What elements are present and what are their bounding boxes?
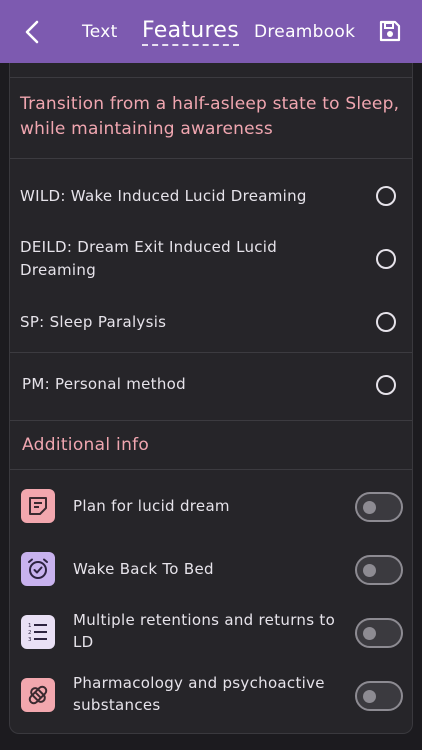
pharmacology-toggle[interactable] [355,681,403,711]
note-icon [21,489,55,523]
svg-text:1: 1 [28,623,32,629]
divider [10,352,412,353]
divider [10,77,412,78]
option-label: DEILD: Dream Exit Induced Lucid Dreaming [20,238,278,279]
chevron-left-icon [25,20,39,44]
option-deild[interactable]: DEILD: Dream Exit Induced Lucid Dreaming [10,232,412,286]
radio-button[interactable] [376,312,396,332]
option-pm[interactable]: PM: Personal method [10,365,412,405]
features-panel: Transition from a half-asleep state to S… [9,63,413,734]
feature-label: Pharmacology and psychoactive substances [73,674,325,714]
back-button[interactable] [18,18,46,46]
radio-button[interactable] [376,375,396,395]
pills-icon [21,678,55,712]
tab-text[interactable]: Text [82,0,118,63]
radio-button[interactable] [376,186,396,206]
option-label: PM: Personal method [22,375,186,393]
tab-text-label: Text [82,21,118,42]
feature-row-plan: Plan for lucid dream [10,477,412,537]
tab-features-label: Features [142,18,239,46]
save-button[interactable] [378,19,402,43]
section-heading: Transition from a half-asleep state to S… [20,94,400,139]
divider [10,420,412,421]
feature-row-wbtb: Wake Back To Bed [10,540,412,600]
alarm-clock-icon [21,552,55,586]
feature-label: Plan for lucid dream [73,497,230,515]
additional-info-title: Additional info [22,435,150,455]
svg-text:2: 2 [28,630,32,636]
svg-text:3: 3 [28,637,32,643]
top-bar: Text Features Dreambook [0,0,422,63]
retentions-toggle[interactable] [355,618,403,648]
feature-label: Wake Back To Bed [73,560,214,578]
tab-dreambook-label: Dreambook [254,21,356,42]
divider [10,469,412,470]
option-label: SP: Sleep Paralysis [20,313,167,331]
option-wild[interactable]: WILD: Wake Induced Lucid Dreaming [10,176,412,216]
toggle-knob [363,564,376,577]
option-sp[interactable]: SP: Sleep Paralysis [10,302,412,342]
toggle-knob [363,501,376,514]
radio-button[interactable] [376,249,396,269]
tab-dreambook[interactable]: Dreambook [254,0,355,63]
tab-features[interactable]: Features [142,0,239,63]
feature-row-retentions: 1 2 3 Multiple retentions and returns to… [10,603,412,663]
feature-row-pharmacology: Pharmacology and psychoactive substances [10,666,412,726]
toggle-knob [363,690,376,703]
floppy-disk-icon [379,20,401,42]
numbered-list-icon: 1 2 3 [21,615,55,649]
option-label: WILD: Wake Induced Lucid Dreaming [20,187,307,205]
toggle-knob [363,627,376,640]
plan-toggle[interactable] [355,492,403,522]
divider [10,158,412,159]
feature-label: Multiple retentions and returns to LD [73,611,336,651]
wbtb-toggle[interactable] [355,555,403,585]
